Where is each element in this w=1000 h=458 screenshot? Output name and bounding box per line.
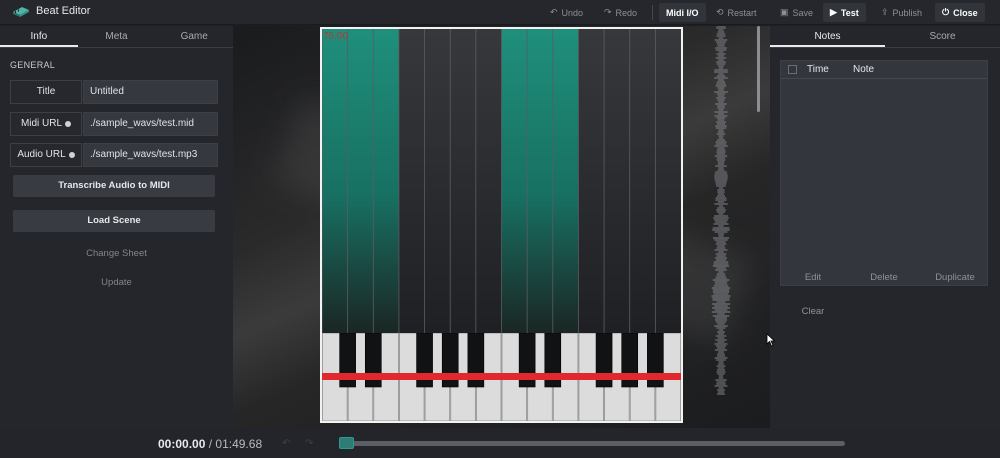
brand: Beat Editor [12,4,90,18]
delete-button[interactable]: Delete [849,272,919,283]
info-icon[interactable] [68,152,75,158]
section-heading: GENERAL [10,60,56,70]
right-panel: Notes Score Time Note Edit Delete Duplic… [770,26,1000,428]
lane-highlight [527,29,553,333]
midi-url-field: Midi URL ./sample_wavs/test.mid [10,112,218,136]
edit-button[interactable]: Edit [778,272,848,283]
midi-io-label: Midi I/O [666,7,699,18]
close-button[interactable]: ⏻ Close [935,3,985,22]
lane [450,29,476,333]
forward-icon[interactable]: ↷ [305,438,313,449]
vertical-scrollbar[interactable] [757,26,760,112]
update-button[interactable]: Update [0,277,233,288]
total-duration: 01:49.68 [215,437,263,451]
publish-button[interactable]: ⇪ Publish [874,3,929,22]
column-note: Note [853,64,875,75]
load-scene-button[interactable]: Load Scene [13,210,215,232]
save-label: Save [792,7,814,18]
note-lanes [322,29,681,333]
audio-url-field: Audio URL ./sample_wavs/test.mp3 [10,143,218,167]
playback-bar: 00:00.00 / 01:49.68 ↶ ↷ [0,428,1000,458]
left-tabs: Info Meta Game [0,26,233,48]
lane [475,29,502,333]
tab-game[interactable]: Game [155,26,233,47]
tab-notes[interactable]: Notes [770,26,885,47]
time-display: 00:00.00 / 01:49.68 [158,437,262,451]
publish-label: Publish [892,7,923,18]
rewind-icon[interactable]: ↶ [282,438,290,449]
current-time: 00:00.00 [158,437,206,451]
title-input[interactable]: Untitled [83,80,218,104]
left-panel: Info Meta Game GENERAL Title Untitled Mi… [0,26,233,428]
test-label: Test [840,7,859,18]
tab-info[interactable]: Info [0,26,78,47]
save-icon: ▣ [780,7,789,17]
title-field: Title Untitled [10,80,218,104]
audio-waveform [711,26,731,395]
restart-label: Restart [727,7,757,18]
mouse-cursor-icon [766,333,776,347]
audio-url-label: Audio URL [10,143,82,167]
lane-highlight [501,29,528,333]
restart-button[interactable]: ⟲ Restart [709,3,764,22]
score-display: 75.00 [323,31,349,42]
redo-button[interactable]: ↷ Redo [597,3,644,22]
lane [424,29,451,333]
seek-bar[interactable] [340,441,845,446]
transcribe-audio-button[interactable]: Transcribe Audio to MIDI [13,175,215,197]
lane [398,29,425,333]
hit-line [322,373,681,380]
redo-label: Redo [615,7,638,18]
clear-button[interactable]: Clear [778,306,848,317]
save-button[interactable]: ▣ Save [773,3,820,22]
toolbar-divider [652,5,653,20]
lane [578,29,605,333]
power-icon: ⏻ [942,7,950,17]
duplicate-button[interactable]: Duplicate [920,272,990,283]
seek-thumb[interactable] [339,437,354,449]
lane-highlight [552,29,579,333]
title-label: Title [10,80,82,104]
midi-url-input[interactable]: ./sample_wavs/test.mid [83,112,218,136]
lane-highlight [347,29,374,333]
lane [655,29,681,333]
notes-table: Time Note [780,60,988,286]
lane [629,29,656,333]
change-sheet-button[interactable]: Change Sheet [0,248,233,259]
undo-button[interactable]: ↶ Undo [543,3,590,22]
time-separator: / [208,437,213,451]
undo-label: Undo [561,7,584,18]
restart-icon: ⟲ [716,7,724,17]
right-tabs: Notes Score [770,26,1000,48]
notes-table-header: Time Note [781,61,987,79]
tab-meta[interactable]: Meta [78,26,156,47]
undo-icon: ↶ [550,7,558,17]
top-toolbar: Beat Editor ↶ Undo ↷ Redo Midi I/O ⟲ Res… [0,0,1000,25]
close-label: Close [953,7,978,18]
lane [604,29,630,333]
piano-board[interactable]: 75.00 [320,27,683,423]
column-time: Time [807,64,829,75]
redo-icon: ↷ [604,7,612,17]
tab-score[interactable]: Score [885,26,1000,47]
app-title: Beat Editor [36,5,91,17]
piano-logo-icon [13,7,29,17]
test-button[interactable]: ▶ Test [823,3,866,22]
lane-highlight [373,29,399,333]
midi-url-label: Midi URL [10,112,82,136]
play-icon: ▶ [830,7,837,17]
upload-icon: ⇪ [881,7,889,17]
info-icon[interactable] [65,121,72,127]
audio-url-input[interactable]: ./sample_wavs/test.mp3 [83,143,218,167]
select-all-checkbox[interactable] [788,65,797,74]
midi-io-button[interactable]: Midi I/O [659,3,706,22]
lane-highlight [322,29,348,333]
